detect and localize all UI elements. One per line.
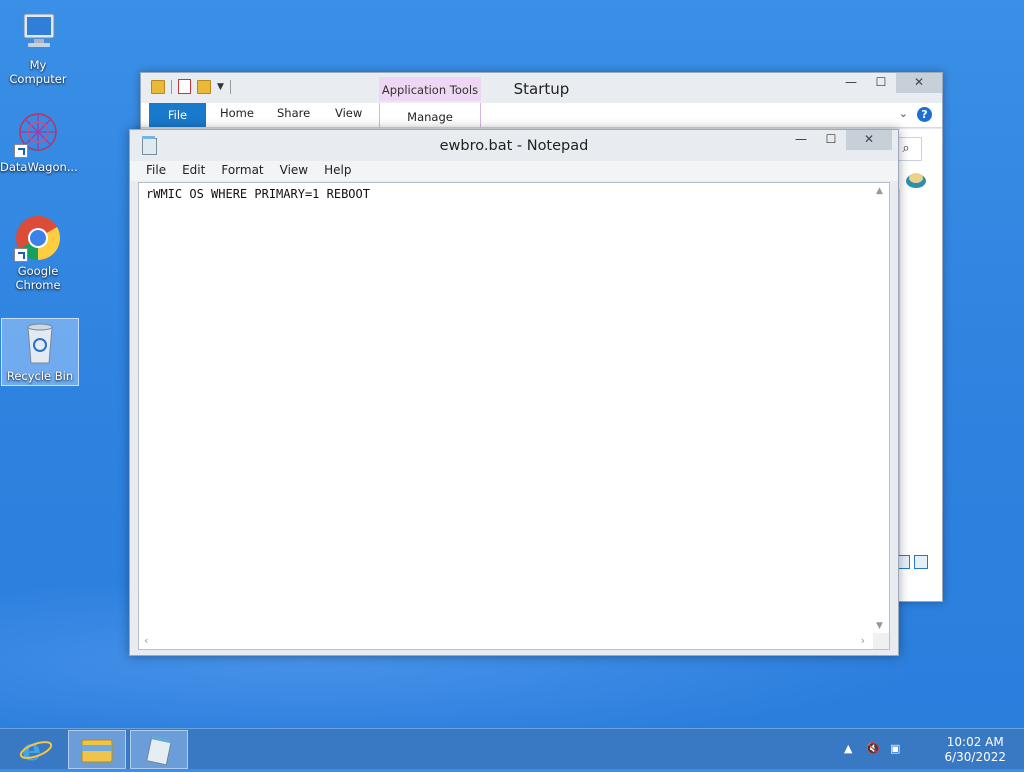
window-title: ewbro.bat - Notepad — [439, 138, 589, 154]
menu-help[interactable]: Help — [316, 161, 359, 181]
vertical-scrollbar[interactable]: ▲ ▼ — [873, 183, 889, 633]
menu-format[interactable]: Format — [213, 161, 271, 181]
scroll-up-icon[interactable]: ▲ — [876, 186, 883, 196]
menu-edit[interactable]: Edit — [174, 161, 213, 181]
explorer-titlebar[interactable]: ▼ Application Tools Startup — ☐ ✕ — [141, 73, 942, 103]
clock-time: 10:02 AM — [946, 735, 1004, 749]
close-button[interactable]: ✕ — [896, 73, 942, 93]
large-icons-view-icon[interactable] — [914, 555, 928, 569]
tab-home[interactable]: Home — [220, 106, 254, 120]
menu-bar: File Edit Format View Help — [130, 161, 898, 181]
system-tray: ▲ 🔇 ▣ 10:02 AM 6/30/2022 — [844, 729, 1024, 769]
menu-view[interactable]: View — [272, 161, 316, 181]
datawagon-icon — [14, 110, 62, 158]
minimize-button[interactable]: — — [836, 73, 866, 93]
resize-grip[interactable] — [873, 633, 889, 649]
show-hidden-icons-icon[interactable]: ▲ — [844, 742, 852, 755]
taskbar-internet-explorer[interactable]: e — [8, 730, 64, 768]
desktop-icon-label: Google Chrome — [15, 264, 61, 292]
desktop-icon-my-computer[interactable]: My Computer — [0, 8, 76, 86]
preview-icon — [904, 169, 928, 189]
maximize-button[interactable]: ☐ — [816, 130, 846, 150]
clock-date: 6/30/2022 — [944, 750, 1006, 764]
desktop-icon-label: My Computer — [9, 58, 67, 86]
recycle-bin-icon — [16, 319, 64, 367]
desktop-icon-recycle-bin[interactable]: Recycle Bin — [1, 318, 79, 386]
tab-share[interactable]: Share — [277, 106, 310, 120]
scroll-right-icon[interactable]: › — [861, 634, 865, 647]
editor-content[interactable]: rWMIC OS WHERE PRIMARY=1 REBOOT — [146, 187, 370, 201]
internet-explorer-icon: e — [19, 733, 53, 768]
horizontal-scrollbar[interactable]: ‹ › — [139, 633, 873, 649]
preview-pane — [899, 189, 936, 561]
minimize-button[interactable]: — — [786, 130, 816, 150]
menu-file[interactable]: File — [138, 161, 174, 181]
network-icon[interactable]: ▣ — [890, 742, 900, 755]
chrome-icon — [14, 214, 62, 262]
scroll-left-icon[interactable]: ‹ — [144, 634, 148, 647]
taskbar: e ▲ 🔇 ▣ 10:02 AM 6/30/2022 — [0, 728, 1024, 769]
tab-view[interactable]: View — [335, 106, 362, 120]
notepad-window[interactable]: ewbro.bat - Notepad — ☐ ✕ File Edit Form… — [129, 129, 899, 656]
taskbar-file-explorer[interactable] — [68, 730, 126, 769]
clock[interactable]: 10:02 AM 6/30/2022 — [944, 735, 1006, 765]
computer-icon — [14, 8, 62, 56]
window-title: Startup — [513, 80, 570, 98]
maximize-button[interactable]: ☐ — [866, 73, 896, 93]
help-icon[interactable]: ? — [917, 107, 932, 122]
desktop-icon-datawagon[interactable]: DataWagon... — [0, 110, 78, 174]
shortcut-arrow-icon — [14, 248, 28, 262]
tab-file[interactable]: File — [149, 103, 206, 127]
ribbon-expand-icon[interactable]: ⌄ — [899, 107, 908, 120]
text-editor[interactable]: rWMIC OS WHERE PRIMARY=1 REBOOT ▲ ▼ ‹ › — [138, 182, 890, 650]
notepad-titlebar[interactable]: ewbro.bat - Notepad — ☐ ✕ — [130, 130, 898, 161]
close-button[interactable]: ✕ — [846, 130, 892, 150]
taskbar-notepad[interactable] — [130, 730, 188, 769]
desktop-icon-google-chrome[interactable]: Google Chrome — [0, 214, 76, 292]
folder-icon — [81, 739, 113, 763]
tab-manage[interactable]: Manage — [379, 103, 481, 127]
notepad-icon — [146, 735, 172, 766]
shortcut-arrow-icon — [14, 144, 28, 158]
desktop-icon-label: Recycle Bin — [6, 369, 74, 383]
view-buttons — [896, 555, 928, 569]
desktop-icon-label: DataWagon... — [0, 160, 78, 174]
volume-muted-icon[interactable]: 🔇 — [866, 742, 880, 755]
scroll-down-icon[interactable]: ▼ — [876, 621, 883, 631]
ribbon-tabs: File Home Share View Manage ⌄ ? — [141, 103, 942, 128]
